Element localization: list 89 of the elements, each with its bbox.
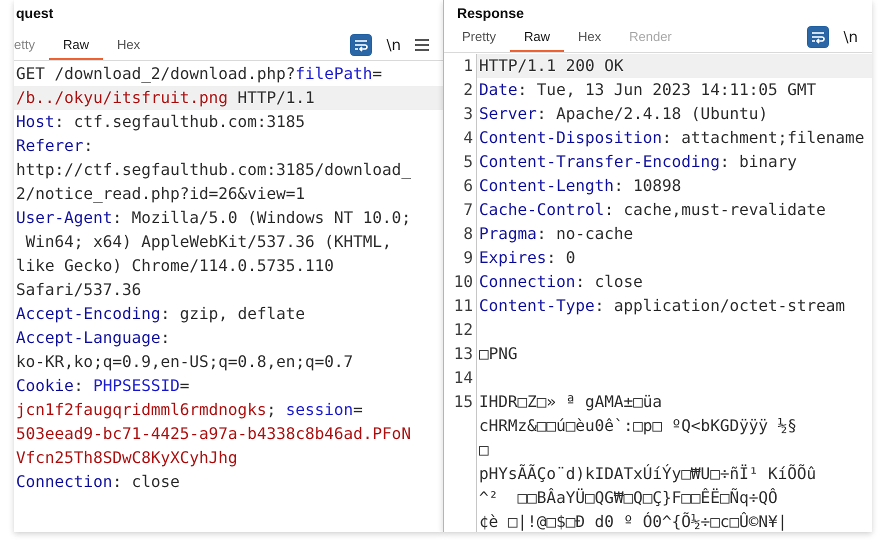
header-name: Content-Transfer-Encoding <box>479 152 720 171</box>
line-number: 15 <box>454 392 473 411</box>
line-number: 10 <box>454 272 473 291</box>
code-text: cHRMz&□□ú□èu0ê`:□p□ ºQ<bKGDÿÿÿ ½§ <box>479 416 797 435</box>
panel-title: Response <box>456 4 525 22</box>
code-text: : no-cache <box>536 224 634 243</box>
header-name: Server <box>479 104 537 123</box>
code-text: : Tue, 13 Jun 2023 14:11:05 GMT <box>518 80 816 99</box>
code-text: : close <box>575 272 643 291</box>
line-number: 2 <box>463 80 473 99</box>
code-text: : <box>74 376 84 395</box>
header-name: User-Agent <box>16 208 112 227</box>
code-text: Win64; x64) AppleWebKit/537.36 (KHTML, <box>24 232 392 251</box>
header-name: Content-Disposition <box>479 128 662 147</box>
header-name: Connection <box>479 272 576 291</box>
code-text: : <box>83 136 94 155</box>
view-tab[interactable]: etty <box>14 30 49 60</box>
code-text: : binary <box>720 152 797 171</box>
code-text: 2/notice_read.php?id=26&view=1 <box>16 184 305 203</box>
code-text: : cache,must-revalidate <box>604 200 826 219</box>
menu-icon[interactable] <box>415 39 429 51</box>
param-value: jcn1f2faugqridmml6rmdnogks <box>16 400 266 419</box>
code-text: HTTP/1.1 200 OK <box>479 56 624 75</box>
header-name: Pragma <box>479 224 537 243</box>
code-text: = <box>180 376 190 395</box>
line-number: 11 <box>454 296 473 315</box>
header-name: Host <box>16 112 55 131</box>
code-text: IHDR□Z□» ª gAMA±□üa <box>479 392 662 411</box>
code-text: : Apache/2.4.18 (Ubuntu) <box>536 104 768 123</box>
code-text: □PNG <box>479 344 518 363</box>
param-name: filePath <box>295 64 372 83</box>
code-text: ; <box>266 400 278 419</box>
code-text: : gzip, deflate <box>160 304 305 323</box>
line-number: 9 <box>463 248 473 267</box>
header-name: Cookie <box>16 376 74 395</box>
code-text: = <box>372 64 382 83</box>
view-tab[interactable]: Raw <box>510 22 564 52</box>
param-value: /b../okyu/itsfruit.png <box>16 88 228 107</box>
code-text: : 10898 <box>614 176 682 195</box>
line-number: 8 <box>463 224 473 243</box>
param-value: Vfcn25Th8SDwC8KyXCyhJhg <box>16 448 238 467</box>
header-name: Referer <box>16 136 84 155</box>
code-text: : attachment;filename <box>662 128 864 147</box>
line-number: 3 <box>463 104 473 123</box>
code-text: like Gecko) Chrome/114.0.5735.110 <box>16 256 334 275</box>
line-number: 6 <box>463 176 473 195</box>
code-text: : 0 <box>546 248 576 267</box>
code-text: : close <box>112 472 180 491</box>
code-text: : Mozilla/5.0 (Windows NT 10.0; <box>112 208 411 227</box>
param-name: session <box>286 400 354 419</box>
newline-toggle[interactable]: \n <box>843 28 858 46</box>
line-number: 13 <box>454 344 473 363</box>
param-name: PHPSESSID <box>93 376 180 395</box>
code-text: ^² □□BÂaYÜ□QG₩□Q□Ç}F□□ÊË□Ñq÷QÔ <box>479 488 778 507</box>
code-text: = <box>353 400 363 419</box>
code-text: : <box>160 328 170 347</box>
header-name: Expires <box>479 248 546 267</box>
code-text: http://ctf.segfaulthub.com:3185/download_ <box>16 160 411 179</box>
wrap-lines-icon[interactable] <box>350 34 372 56</box>
line-number: 4 <box>463 128 473 147</box>
code-text: HTTP/1.1 <box>236 88 315 107</box>
code-text: □ <box>479 440 489 459</box>
code-text: ¢è □|!@□$□Ð d0 º Ó0^{Õ½÷□c□Û©N¥| <box>479 512 788 531</box>
line-number: 5 <box>463 152 473 171</box>
code-text: GET /download_2/download.php? <box>16 64 296 83</box>
line-number: 7 <box>463 200 473 219</box>
newline-toggle[interactable]: \n <box>386 36 401 54</box>
code-text: : application/octet-stream <box>594 296 846 315</box>
line-number: 12 <box>454 320 473 339</box>
view-tab[interactable]: Pretty <box>448 22 510 52</box>
code-text: Safari/537.36 <box>16 280 142 299</box>
header-name: Cache-Control <box>479 200 604 219</box>
code-text: : ctf.segfaulthub.com:3185 <box>54 112 305 131</box>
panel-title: quest <box>15 4 54 23</box>
view-tab[interactable]: Hex <box>102 30 154 60</box>
header-name: Content-Length <box>479 176 614 195</box>
code-text: pHYsÃÃÇo¨d)kIDATxÚíÝy□₩U□÷ñÏ¹ KíÕÕû <box>479 464 816 483</box>
view-tab[interactable]: Raw <box>48 30 103 60</box>
param-value: 503eead9-bc71-4425-a97a-b4338c8b46ad.PFoN <box>16 424 411 443</box>
header-name: Date <box>479 80 518 99</box>
header-name: Accept-Language <box>16 328 160 347</box>
line-number: 1 <box>463 56 473 75</box>
view-tab[interactable]: Hex <box>564 22 616 52</box>
wrap-lines-icon[interactable] <box>807 26 830 48</box>
header-name: Accept-Encoding <box>16 304 160 323</box>
line-number: 14 <box>454 368 473 387</box>
header-name: Content-Type <box>479 296 595 315</box>
header-name: Connection <box>16 472 112 491</box>
code-text: ko-KR,ko;q=0.9,en-US;q=0.8,en;q=0.7 <box>16 352 354 371</box>
